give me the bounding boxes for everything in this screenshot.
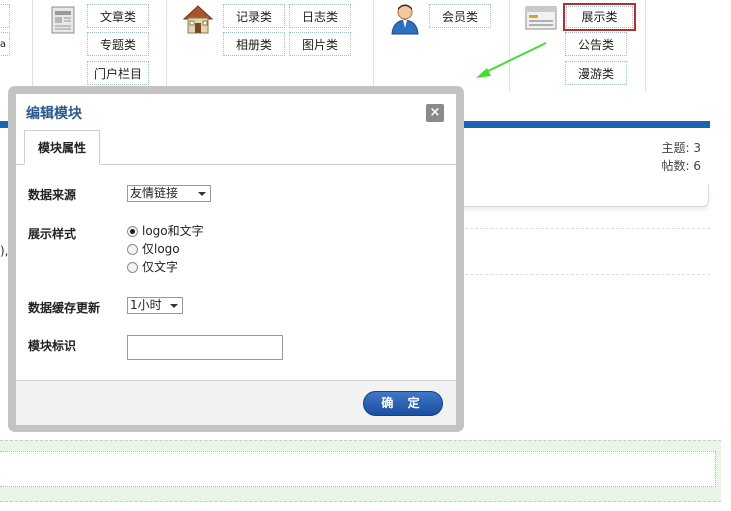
confirm-button[interactable]: 确 定 <box>363 391 443 416</box>
toolbar-divider <box>166 0 167 92</box>
module-id-label: 模块标识 <box>28 339 77 353</box>
newspaper-icon <box>47 4 79 39</box>
style-option-logo-text[interactable]: logo和文字 <box>127 223 204 239</box>
style-option-logo-only[interactable]: 仅logo <box>127 241 180 257</box>
member-type-button[interactable]: 会员类 <box>429 4 491 28</box>
style-option-label: logo和文字 <box>142 224 204 238</box>
portal-column-button[interactable]: 门户栏目 <box>87 61 149 85</box>
radio-icon[interactable] <box>127 244 138 255</box>
tab-module-properties[interactable]: 模块属性 <box>24 130 100 165</box>
chevron-down-icon <box>170 304 178 308</box>
article-type-button[interactable]: 文章类 <box>87 4 149 28</box>
toolbar-divider <box>373 0 374 92</box>
toolbar-divider <box>32 0 33 92</box>
display-type-button[interactable]: 展示类 <box>563 3 636 31</box>
divider <box>460 228 710 229</box>
edit-module-dialog: 编辑模块 × 模块属性 数据来源 友情链接 展示样式 logo和文字 仅logo… <box>16 94 456 425</box>
cache-update-label: 数据缓存更新 <box>28 301 101 315</box>
post-count: 帖数: 6 <box>661 159 702 173</box>
cache-select[interactable]: 1小时 <box>127 297 183 314</box>
blog-type-button[interactable]: 日志类 <box>289 4 351 28</box>
chevron-down-icon <box>198 192 206 196</box>
data-source-select[interactable]: 友情链接 <box>127 185 211 202</box>
style-option-label: 仅文字 <box>142 260 179 274</box>
data-source-value: 友情链接 <box>130 186 179 200</box>
module-toolbar: a 文章类 专题类 门户栏目 记录类 日志类 相册类 图片类 会员类 展示类 公… <box>0 0 731 92</box>
topic-type-button[interactable]: 专题类 <box>87 32 149 56</box>
display-board-icon <box>524 4 558 37</box>
dialog-title: 编辑模块 <box>26 106 82 122</box>
dialog-footer: 确 定 <box>16 380 456 425</box>
house-icon <box>181 2 215 39</box>
picture-type-button[interactable]: 图片类 <box>289 32 351 56</box>
cache-value: 1小时 <box>130 298 162 312</box>
record-type-button[interactable]: 记录类 <box>223 4 285 28</box>
drop-zone-frame[interactable] <box>0 451 716 487</box>
style-option-text-only[interactable]: 仅文字 <box>127 259 178 275</box>
divider <box>460 274 710 275</box>
arrow-icon <box>476 42 547 78</box>
forum-stats: 主题: 3 帖数: 6 <box>662 139 702 175</box>
partial-button-2[interactable]: a <box>0 32 10 56</box>
radio-icon[interactable] <box>127 262 138 273</box>
content-box <box>460 184 709 207</box>
album-type-button[interactable]: 相册类 <box>223 32 285 56</box>
radio-checked-icon[interactable] <box>127 226 138 237</box>
notice-type-button[interactable]: 公告类 <box>565 32 627 56</box>
close-icon[interactable]: × <box>426 104 444 122</box>
toolbar-divider <box>645 0 646 92</box>
topic-count: 主题: 3 <box>661 141 702 155</box>
roaming-type-button[interactable]: 漫游类 <box>565 61 627 85</box>
user-icon <box>389 2 421 39</box>
partial-button[interactable] <box>0 4 10 28</box>
module-id-input[interactable] <box>127 335 283 360</box>
style-option-label: 仅logo <box>142 242 180 256</box>
data-source-label: 数据来源 <box>28 188 77 202</box>
display-style-label: 展示样式 <box>28 227 77 241</box>
